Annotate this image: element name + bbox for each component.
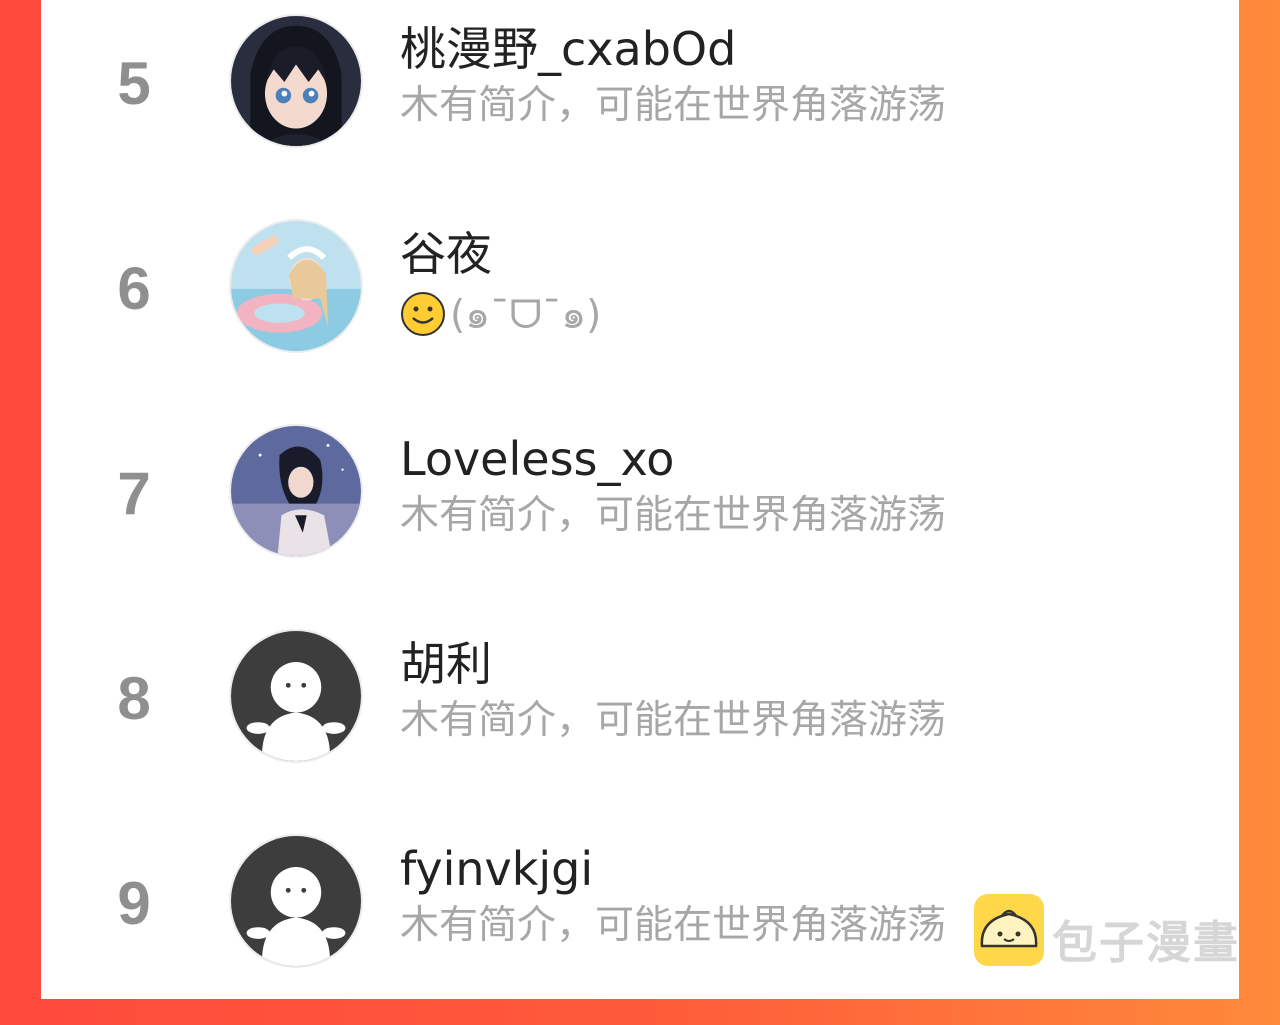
- anime-girl-dark-hair-avatar-icon: [231, 16, 361, 146]
- user-bio: 木有简介，可能在世界角落游荡: [400, 698, 947, 743]
- list-item[interactable]: 5 桃漫野_cxabOd 木有简介，可能在世界角落游荡: [41, 0, 1239, 205]
- avatar[interactable]: [229, 629, 363, 763]
- avatar[interactable]: [229, 219, 363, 353]
- user-name[interactable]: 谷夜: [400, 231, 492, 277]
- rank-number: 9: [117, 870, 151, 937]
- default-user-avatar-icon: [231, 631, 361, 761]
- rank-number: 8: [117, 665, 151, 732]
- fan-ranking-list: 5 桃漫野_cxabOd 木有简介，可能在世界角落游荡 6 谷夜 (๑¯ᗜ¯๑)…: [41, 0, 1239, 999]
- anime-girl-swimsuit-avatar-icon: [231, 221, 361, 351]
- user-bio: 木有简介，可能在世界角落游荡: [400, 903, 947, 948]
- default-user-avatar-icon: [231, 836, 361, 966]
- avatar[interactable]: [229, 424, 363, 558]
- user-bio: 木有简介，可能在世界角落游荡: [400, 83, 947, 128]
- smiley-emoji-icon: [400, 291, 446, 344]
- user-name[interactable]: 胡利: [400, 641, 492, 687]
- user-bio: (๑¯ᗜ¯๑): [400, 291, 601, 344]
- girl-night-sky-avatar-icon: [231, 426, 361, 556]
- user-name[interactable]: Loveless_xo: [400, 436, 674, 482]
- rank-number: 5: [117, 50, 151, 117]
- user-bio: 木有简介，可能在世界角落游荡: [400, 493, 947, 538]
- avatar[interactable]: [229, 834, 363, 968]
- user-bio-text: (๑¯ᗜ¯๑): [450, 293, 602, 338]
- rank-number: 6: [117, 255, 151, 322]
- user-name[interactable]: 桃漫野_cxabOd: [400, 26, 736, 72]
- list-item[interactable]: 6 谷夜 (๑¯ᗜ¯๑): [41, 205, 1239, 410]
- avatar[interactable]: [229, 14, 363, 148]
- list-item[interactable]: 7 Loveless_xo 木有简介，可能在世界角落游荡: [41, 410, 1239, 615]
- rank-number: 7: [117, 460, 151, 527]
- watermark-text: 包子漫畫: [1052, 916, 1241, 969]
- user-name[interactable]: fyinvkjgi: [400, 846, 593, 892]
- site-watermark: 包子漫畫: [974, 894, 1264, 969]
- list-item[interactable]: 8 胡利 木有简介，可能在世界角落游荡: [41, 615, 1239, 820]
- bun-mascot-icon: [974, 894, 1044, 966]
